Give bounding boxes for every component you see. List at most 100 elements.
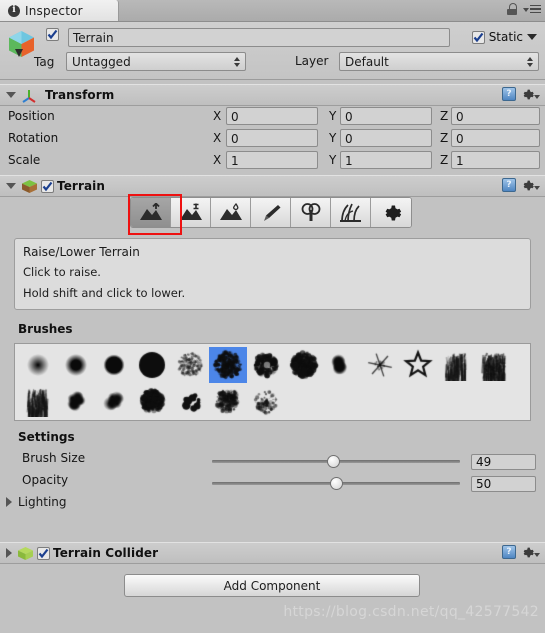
grass-icon — [340, 203, 361, 222]
scale-z-input[interactable]: 1 — [451, 150, 540, 169]
brush-swatch[interactable] — [171, 347, 209, 383]
rotation-z-input[interactable]: 0 — [451, 128, 540, 147]
position-x-input[interactable]: 0 — [226, 106, 318, 125]
smooth-height-tool[interactable] — [211, 198, 251, 227]
brush-row — [19, 383, 526, 419]
raise-lower-terrain-tool[interactable] — [131, 198, 171, 227]
help-book-icon[interactable]: ? — [502, 178, 516, 192]
brush-swatch[interactable] — [133, 347, 171, 383]
brush-swatch[interactable] — [95, 383, 133, 419]
transform-row-position: Position X 0 Y 0 Z 0 — [0, 105, 545, 126]
terrain-enabled-checkbox[interactable] — [41, 179, 54, 193]
component-header-terrain[interactable]: Terrain ? — [0, 175, 545, 197]
position-y-input[interactable]: 0 — [340, 106, 432, 125]
lighting-label: Lighting — [18, 495, 67, 509]
paint-height-tool[interactable] — [171, 198, 211, 227]
gear-icon[interactable] — [521, 179, 540, 192]
gameobject-name-row: Terrain Static — [46, 28, 539, 50]
brush-palette — [14, 343, 531, 421]
terrain-header-actions: ? — [502, 178, 540, 192]
component-header-transform[interactable]: Transform ? — [0, 84, 545, 106]
tabbar-actions — [507, 3, 541, 15]
opacity-slider-knob[interactable] — [329, 477, 343, 490]
help-book-icon[interactable]: ? — [502, 87, 516, 101]
brush-swatch[interactable] — [247, 347, 285, 383]
inspector-tabbar: i Inspector — [0, 0, 545, 22]
brush-swatch[interactable] — [323, 347, 361, 383]
position-z-input[interactable]: 0 — [451, 106, 540, 125]
watermark-text: https://blog.csdn.net/qq_42577542 — [283, 604, 539, 620]
paint-details-tool[interactable] — [331, 198, 371, 227]
brush-swatch[interactable] — [57, 383, 95, 419]
layer-dropdown[interactable]: Default — [339, 52, 539, 71]
lighting-foldout[interactable]: Lighting — [6, 495, 67, 509]
transform-foldout-icon[interactable] — [6, 92, 16, 98]
mountain-droplet-icon — [219, 202, 242, 220]
terrain-collider-header-actions: ? — [502, 545, 540, 559]
lock-icon[interactable] — [507, 3, 517, 15]
paintbrush-icon — [263, 204, 280, 221]
help-line-1: Click to raise. — [23, 265, 101, 279]
gear-icon[interactable] — [521, 546, 540, 559]
scale-z-axis-label: Z — [440, 152, 449, 167]
brush-swatch[interactable] — [171, 383, 209, 419]
scale-y-input[interactable]: 1 — [340, 150, 432, 169]
brush-size-slider-knob[interactable] — [327, 455, 341, 468]
gear-icon[interactable] — [521, 88, 540, 101]
place-trees-tool[interactable] — [291, 198, 331, 227]
brush-swatch[interactable] — [209, 347, 247, 383]
gameobject-cube-icon — [9, 31, 34, 57]
help-book-icon[interactable]: ? — [502, 545, 516, 559]
opacity-value-input[interactable]: 50 — [471, 476, 536, 492]
gameobject-name-input[interactable]: Terrain — [68, 28, 450, 47]
brush-swatch[interactable] — [247, 383, 285, 419]
brush-swatch[interactable] — [19, 347, 57, 383]
terrain-settings-tool[interactable] — [371, 198, 411, 227]
static-label: Static — [488, 30, 523, 44]
brush-swatch[interactable] — [285, 347, 323, 383]
brush-swatch[interactable] — [437, 347, 475, 383]
mountain-up-arrow-icon — [139, 202, 162, 220]
add-component-button[interactable]: Add Component — [124, 574, 420, 597]
component-header-terrain-collider[interactable]: Terrain Collider ? — [0, 542, 545, 564]
terrain-collider-enabled-checkbox[interactable] — [37, 546, 50, 560]
rotation-y-input[interactable]: 0 — [340, 128, 432, 147]
terrain-collider-foldout-icon[interactable] — [6, 548, 12, 558]
transform-row-scale: Scale X 1 Y 1 Z 1 — [0, 149, 545, 170]
terrain-tool-toolbar — [130, 197, 412, 228]
tag-layer-row: Tag Untagged Layer Default — [34, 52, 539, 72]
scale-label: Scale — [8, 152, 41, 167]
transform-properties: Position X 0 Y 0 Z 0 Rotation X 0 Y 0 Z … — [0, 105, 545, 173]
layer-value: Default — [345, 54, 389, 69]
transform-row-rotation: Rotation X 0 Y 0 Z 0 — [0, 127, 545, 148]
terrain-block-icon — [18, 546, 33, 560]
tag-label: Tag — [34, 55, 55, 69]
position-x-axis-label: X — [213, 108, 222, 123]
brush-swatch[interactable] — [361, 347, 399, 383]
scale-x-input[interactable]: 1 — [226, 150, 318, 169]
brush-size-value-input[interactable]: 49 — [471, 454, 536, 470]
rotation-x-input[interactable]: 0 — [226, 128, 318, 147]
brush-swatch[interactable] — [475, 347, 513, 383]
brush-swatch[interactable] — [399, 347, 437, 383]
static-checkbox[interactable] — [471, 30, 485, 44]
rotation-z-axis-label: Z — [440, 130, 449, 145]
settings-section-title: Settings — [18, 430, 75, 444]
position-z-axis-label: Z — [440, 108, 449, 123]
static-dropdown-icon[interactable] — [527, 34, 537, 40]
lighting-foldout-icon[interactable] — [6, 497, 12, 507]
brush-swatch[interactable] — [19, 383, 57, 419]
terrain-inspector-body: Raise/Lower Terrain Click to raise. Hold… — [0, 194, 545, 538]
rotation-x-axis-label: X — [213, 130, 222, 145]
hamburger-menu-icon[interactable] — [523, 4, 541, 14]
paint-texture-tool[interactable] — [251, 198, 291, 227]
brush-swatch[interactable] — [95, 347, 133, 383]
tab-inspector-label: Inspector — [25, 3, 83, 18]
brush-swatch[interactable] — [57, 347, 95, 383]
brush-swatch[interactable] — [133, 383, 171, 419]
gameobject-enabled-checkbox[interactable] — [46, 28, 59, 41]
tab-inspector[interactable]: i Inspector — [0, 0, 119, 21]
terrain-foldout-icon[interactable] — [6, 183, 16, 189]
brush-swatch[interactable] — [209, 383, 247, 419]
tag-dropdown[interactable]: Untagged — [66, 52, 246, 71]
